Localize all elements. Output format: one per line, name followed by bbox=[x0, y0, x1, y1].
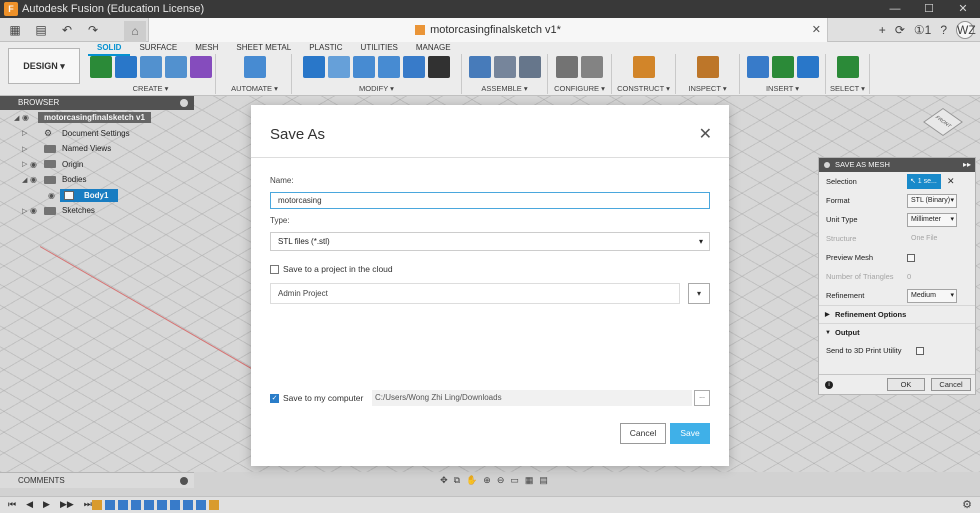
project-field[interactable]: Admin Project bbox=[270, 283, 680, 304]
save-path-field[interactable]: C:/Users/Wong Zhi Ling/Downloads bbox=[372, 390, 692, 406]
dialog-close-icon[interactable]: ✕ bbox=[699, 124, 712, 144]
file-type-value: STL files (*.stl) bbox=[278, 237, 330, 246]
save-to-computer-row: ✓ Save to my computer bbox=[270, 393, 363, 403]
name-label: Name: bbox=[270, 176, 294, 185]
save-to-cloud-label: Save to a project in the cloud bbox=[283, 264, 393, 274]
modal-overlay: Save As ✕ Name: motorcasing Type: STL fi… bbox=[0, 0, 980, 513]
save-as-dialog: Save As ✕ Name: motorcasing Type: STL fi… bbox=[251, 105, 729, 466]
file-name-input[interactable]: motorcasing bbox=[270, 192, 710, 209]
project-dropdown-button[interactable]: ▾ bbox=[688, 283, 710, 304]
save-button[interactable]: Save bbox=[670, 423, 710, 444]
dialog-divider bbox=[251, 157, 729, 158]
type-label: Type: bbox=[270, 216, 290, 225]
save-to-computer-checkbox[interactable]: ✓ bbox=[270, 393, 279, 403]
save-to-computer-label: Save to my computer bbox=[283, 393, 364, 403]
dialog-title: Save As bbox=[270, 126, 326, 143]
cancel-button[interactable]: Cancel bbox=[620, 423, 666, 444]
save-to-cloud-checkbox[interactable] bbox=[270, 264, 279, 274]
file-type-select[interactable]: STL files (*.stl) ▾ bbox=[270, 232, 710, 251]
browse-button[interactable]: ... bbox=[694, 390, 710, 406]
save-to-cloud-row: Save to a project in the cloud bbox=[270, 264, 393, 274]
chevron-down-icon: ▾ bbox=[698, 237, 703, 246]
